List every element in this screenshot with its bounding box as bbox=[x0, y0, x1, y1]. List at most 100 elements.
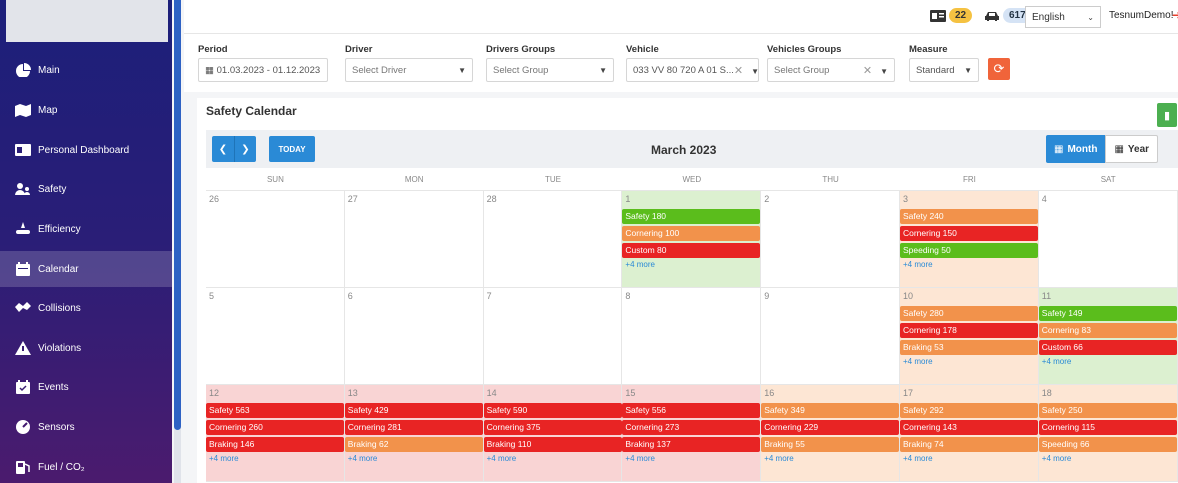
vehicle-select[interactable]: 033 VV 80 720 A 01 S... ✕ ▼ bbox=[626, 58, 759, 82]
user-name[interactable]: TesnumDemo! bbox=[1109, 10, 1173, 21]
sidebar-item-efficiency[interactable]: Efficiency bbox=[0, 211, 172, 247]
calendar-event[interactable]: Safety 556 bbox=[622, 403, 761, 418]
calendar-event[interactable]: Cornering 178 bbox=[899, 323, 1038, 338]
more-events-link[interactable]: +4 more bbox=[622, 454, 760, 463]
calendar-event[interactable]: Cornering 281 bbox=[344, 420, 483, 435]
calendar-event[interactable]: Safety 149 bbox=[1038, 306, 1177, 321]
more-events-link[interactable]: +4 more bbox=[345, 454, 483, 463]
sidebar-item-fuel-co[interactable]: Fuel / CO₂ bbox=[0, 449, 172, 483]
calendar-event[interactable]: Cornering 260 bbox=[206, 420, 344, 435]
sidebar-item-collisions[interactable]: Collisions bbox=[0, 290, 172, 326]
calendar-week-row: 12 Safety 563 Cornering 260 Braking 146 +4 m… bbox=[206, 385, 1178, 482]
clear-icon[interactable]: ✕ bbox=[734, 65, 743, 77]
calendar-event[interactable]: Cornering 229 bbox=[761, 420, 900, 435]
calendar-day-cell[interactable]: 11 Safety 149 Cornering 83 Custom 66 +4 more bbox=[1038, 288, 1178, 385]
calendar-day-cell[interactable]: 9 bbox=[761, 288, 900, 385]
calendar-event[interactable]: Braking 62 bbox=[344, 437, 483, 452]
calendar-day-cell[interactable]: 7 bbox=[483, 288, 623, 385]
year-view-button[interactable]: ▦ Year bbox=[1105, 135, 1159, 163]
sidebar-item-violations[interactable]: Violations bbox=[0, 330, 172, 366]
calendar-event[interactable]: Cornering 375 bbox=[483, 420, 622, 435]
calendar-event[interactable]: Cornering 115 bbox=[1038, 420, 1177, 435]
calendar-day-cell[interactable]: 5 bbox=[206, 288, 345, 385]
calendar-event[interactable]: Braking 110 bbox=[483, 437, 622, 452]
calendar-event[interactable]: Custom 66 bbox=[1038, 340, 1177, 355]
logout-icon[interactable]: ➜ bbox=[1172, 8, 1178, 22]
more-events-link[interactable]: +4 more bbox=[484, 454, 622, 463]
calendar-day-cell[interactable]: 12 Safety 563 Cornering 260 Braking 146 +4 m… bbox=[206, 385, 345, 482]
calendar-event[interactable]: Braking 55 bbox=[761, 437, 900, 452]
calendar-day-cell[interactable]: 28 bbox=[483, 191, 623, 288]
calendar-event[interactable]: Cornering 100 bbox=[622, 226, 761, 241]
sidebar-item-main[interactable]: Main bbox=[0, 52, 172, 88]
driver-select[interactable]: Select Driver ▼ bbox=[345, 58, 473, 82]
calendar-event[interactable]: Safety 250 bbox=[1038, 403, 1177, 418]
calendar-day-cell[interactable]: 13 Safety 429 Cornering 281 Braking 62 +4 mo… bbox=[344, 385, 484, 482]
calendar-event[interactable]: Safety 280 bbox=[899, 306, 1038, 321]
calendar-day-cell[interactable]: 8 bbox=[622, 288, 762, 385]
calendar-day-cell[interactable]: 6 bbox=[344, 288, 484, 385]
calendar-day-cell[interactable]: 1 Safety 180 Cornering 100 Custom 80 +4 more bbox=[622, 191, 762, 288]
more-events-link[interactable]: +4 more bbox=[1039, 454, 1177, 463]
period-field[interactable]: ▦ 01.03.2023 - 01.12.2023 bbox=[198, 58, 328, 82]
month-view-button[interactable]: ▦ Month bbox=[1046, 135, 1106, 163]
calendar-day-cell[interactable]: 4 bbox=[1038, 191, 1178, 288]
calendar-day-cell[interactable]: 10 Safety 280 Cornering 178 Braking 53 +4 mo… bbox=[899, 288, 1039, 385]
calendar-event[interactable]: Braking 137 bbox=[622, 437, 761, 452]
calendar-event[interactable]: Safety 240 bbox=[899, 209, 1038, 224]
calendar-event[interactable]: Custom 80 bbox=[622, 243, 761, 258]
more-events-link[interactable]: +4 more bbox=[900, 260, 1038, 269]
today-button[interactable]: TODAY bbox=[269, 136, 315, 162]
calendar-day-cell[interactable]: 15 Safety 556 Cornering 273 Braking 137 +4 m… bbox=[622, 385, 762, 482]
calendar-event[interactable]: Safety 349 bbox=[761, 403, 900, 418]
calendar-day-cell[interactable]: 26 bbox=[206, 191, 345, 288]
more-events-link[interactable]: +4 more bbox=[900, 454, 1038, 463]
calendar-event[interactable]: Speeding 66 bbox=[1038, 437, 1177, 452]
day-number: 16 bbox=[764, 388, 775, 398]
calendar-event[interactable]: Cornering 150 bbox=[899, 226, 1038, 241]
notifications-group[interactable]: 22 bbox=[930, 8, 973, 23]
sidebar-scrollbar[interactable] bbox=[174, 0, 181, 430]
sidebar-item-events[interactable]: Events bbox=[0, 369, 172, 405]
calendar-event[interactable]: Braking 146 bbox=[206, 437, 344, 452]
calendar-event[interactable]: Cornering 273 bbox=[622, 420, 761, 435]
sidebar-item-safety[interactable]: Safety bbox=[0, 171, 172, 207]
calendar-event[interactable]: Safety 590 bbox=[483, 403, 622, 418]
calendar-event[interactable]: Braking 74 bbox=[899, 437, 1038, 452]
sidebar-item-personal-dashboard[interactable]: Personal Dashboard bbox=[0, 132, 172, 168]
calendar-day-cell[interactable]: 27 bbox=[344, 191, 484, 288]
calendar-event[interactable]: Braking 53 bbox=[899, 340, 1038, 355]
calendar-event[interactable]: Safety 429 bbox=[344, 403, 483, 418]
calendar-small-icon: ▦ bbox=[205, 64, 214, 76]
measure-select[interactable]: Standard ▼ bbox=[909, 58, 979, 82]
prev-month-button[interactable]: ❮ bbox=[212, 136, 234, 162]
calendar-event[interactable]: Safety 292 bbox=[899, 403, 1038, 418]
more-events-link[interactable]: +4 more bbox=[622, 260, 760, 269]
sidebar-item-map[interactable]: Map bbox=[0, 92, 172, 128]
calendar-day-cell[interactable]: 16 Safety 349 Cornering 229 Braking 55 +4 mo… bbox=[761, 385, 900, 482]
export-button[interactable]: ▮ bbox=[1157, 103, 1177, 127]
vehicles-groups-select[interactable]: Select Group ✕ ▼ bbox=[767, 58, 895, 82]
calendar-event[interactable]: Safety 180 bbox=[622, 209, 761, 224]
refresh-button[interactable]: ⟳ bbox=[988, 58, 1010, 80]
next-month-button[interactable]: ❯ bbox=[234, 136, 256, 162]
sidebar-item-sensors[interactable]: Sensors bbox=[0, 409, 172, 445]
month-view-label: Month bbox=[1067, 143, 1098, 155]
more-events-link[interactable]: +4 more bbox=[1039, 357, 1177, 366]
language-select[interactable]: English ⌄ bbox=[1025, 6, 1101, 28]
calendar-day-cell[interactable]: 3 Safety 240 Cornering 150 Speeding 50 +4 mo… bbox=[899, 191, 1039, 288]
calendar-event[interactable]: Speeding 50 bbox=[899, 243, 1038, 258]
calendar-event[interactable]: Safety 563 bbox=[206, 403, 344, 418]
calendar-day-cell[interactable]: 17 Safety 292 Cornering 143 Braking 74 +4 mo… bbox=[899, 385, 1039, 482]
more-events-link[interactable]: +4 more bbox=[900, 357, 1038, 366]
calendar-event[interactable]: Cornering 143 bbox=[899, 420, 1038, 435]
calendar-day-cell[interactable]: 2 bbox=[761, 191, 900, 288]
clear-icon[interactable]: ✕ bbox=[863, 65, 872, 77]
calendar-day-cell[interactable]: 14 Safety 590 Cornering 375 Braking 110 +4 m… bbox=[483, 385, 623, 482]
drivers-groups-select[interactable]: Select Group ▼ bbox=[486, 58, 614, 82]
sidebar-item-calendar[interactable]: Calendar bbox=[0, 251, 172, 287]
more-events-link[interactable]: +4 more bbox=[761, 454, 899, 463]
more-events-link[interactable]: +4 more bbox=[206, 454, 344, 463]
calendar-day-cell[interactable]: 18 Safety 250 Cornering 115 Speeding 66 +4 m… bbox=[1038, 385, 1178, 482]
calendar-event[interactable]: Cornering 83 bbox=[1038, 323, 1177, 338]
